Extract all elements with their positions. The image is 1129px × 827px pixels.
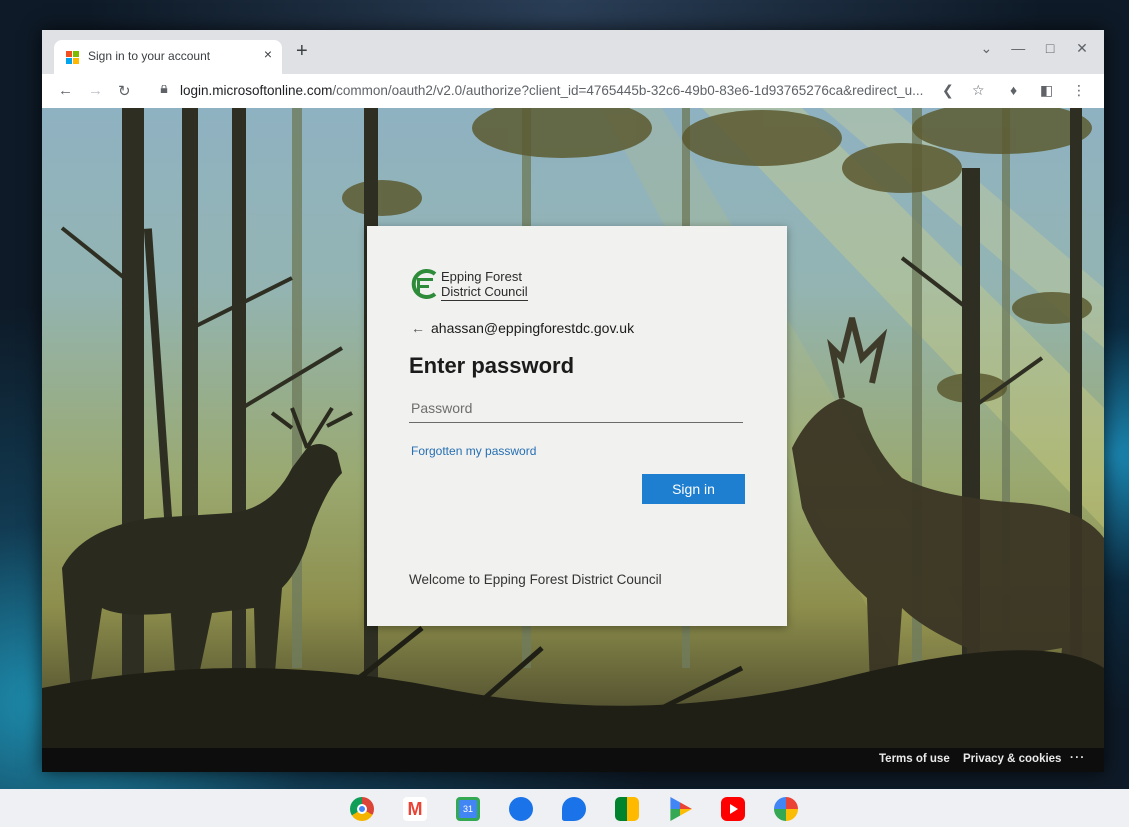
- photos-icon[interactable]: [774, 797, 798, 821]
- url-host: login.microsoftonline.com: [180, 83, 333, 98]
- maximize-icon[interactable]: □: [1036, 40, 1064, 56]
- tab-close-icon[interactable]: ×: [264, 46, 272, 62]
- tab-title: Sign in to your account: [88, 49, 211, 63]
- minimize-icon[interactable]: —: [1004, 40, 1032, 56]
- back-arrow-icon: ←: [411, 320, 425, 336]
- tab-sign-in[interactable]: Sign in to your account ×: [54, 40, 282, 74]
- new-tab-button[interactable]: +: [296, 41, 308, 61]
- os-shelf: M 31: [0, 789, 1129, 827]
- close-window-icon[interactable]: ✕: [1068, 40, 1096, 57]
- window-controls: ⌄ — □ ✕: [972, 40, 1096, 57]
- sign-in-page: Epping Forest District Council ← ahassan@…: [42, 108, 1104, 748]
- youtube-icon[interactable]: [721, 797, 745, 821]
- account-back-button[interactable]: ← ahassan@eppingforestdc.gov.uk: [411, 320, 634, 336]
- password-input[interactable]: [409, 394, 743, 423]
- microsoft-logo-icon: [66, 51, 80, 65]
- meet-icon[interactable]: [615, 797, 639, 821]
- logo-text-line1: Epping Forest: [441, 269, 522, 284]
- back-icon[interactable]: ←: [58, 82, 73, 99]
- url-path: /common/oauth2/v2.0/authorize?client_id=…: [332, 83, 924, 98]
- welcome-text: Welcome to Epping Forest District Counci…: [409, 572, 662, 587]
- share-icon[interactable]: ❮: [942, 82, 954, 99]
- tab-strip: Sign in to your account × + ⌄ — □ ✕: [42, 30, 1104, 74]
- tab-search-icon[interactable]: ⌄: [972, 40, 1000, 57]
- menu-icon[interactable]: ⋮: [1072, 82, 1086, 99]
- side-panel-icon[interactable]: ◧: [1040, 82, 1053, 99]
- logo-text-line2: District Council: [441, 284, 528, 301]
- lock-icon: [160, 85, 168, 93]
- extensions-icon[interactable]: ♦: [1010, 82, 1017, 98]
- login-card: Epping Forest District Council ← ahassan@…: [367, 226, 787, 626]
- files-icon[interactable]: [509, 797, 533, 821]
- epping-forest-logo-icon: [411, 269, 437, 299]
- more-options-icon[interactable]: ...: [1070, 749, 1086, 761]
- forward-icon[interactable]: →: [88, 82, 103, 99]
- forgot-password-link[interactable]: Forgotten my password: [411, 444, 536, 458]
- chrome-icon[interactable]: [350, 797, 374, 821]
- reload-icon[interactable]: ↻: [118, 82, 131, 100]
- gmail-icon[interactable]: M: [403, 797, 427, 821]
- browser-toolbar: ← → ↻ login.microsoftonline.com/common/o…: [42, 74, 1104, 109]
- sign-in-button[interactable]: Sign in: [642, 474, 745, 504]
- account-email: ahassan@eppingforestdc.gov.uk: [431, 320, 635, 336]
- page-footer: Terms of use Privacy & cookies ...: [42, 748, 1104, 772]
- play-store-icon[interactable]: [670, 797, 692, 821]
- url-text: login.microsoftonline.com/common/oauth2/…: [180, 83, 930, 98]
- address-bar[interactable]: login.microsoftonline.com/common/oauth2/…: [146, 78, 956, 104]
- calendar-icon[interactable]: 31: [456, 797, 480, 821]
- star-icon[interactable]: ☆: [972, 82, 985, 99]
- privacy-cookies-link[interactable]: Privacy & cookies: [963, 753, 1061, 765]
- terms-of-use-link[interactable]: Terms of use: [879, 753, 950, 765]
- laptop-screen: Sign in to your account × + ⌄ — □ ✕ ← → …: [42, 30, 1104, 772]
- messages-icon[interactable]: [562, 797, 586, 821]
- page-title: Enter password: [409, 353, 575, 378]
